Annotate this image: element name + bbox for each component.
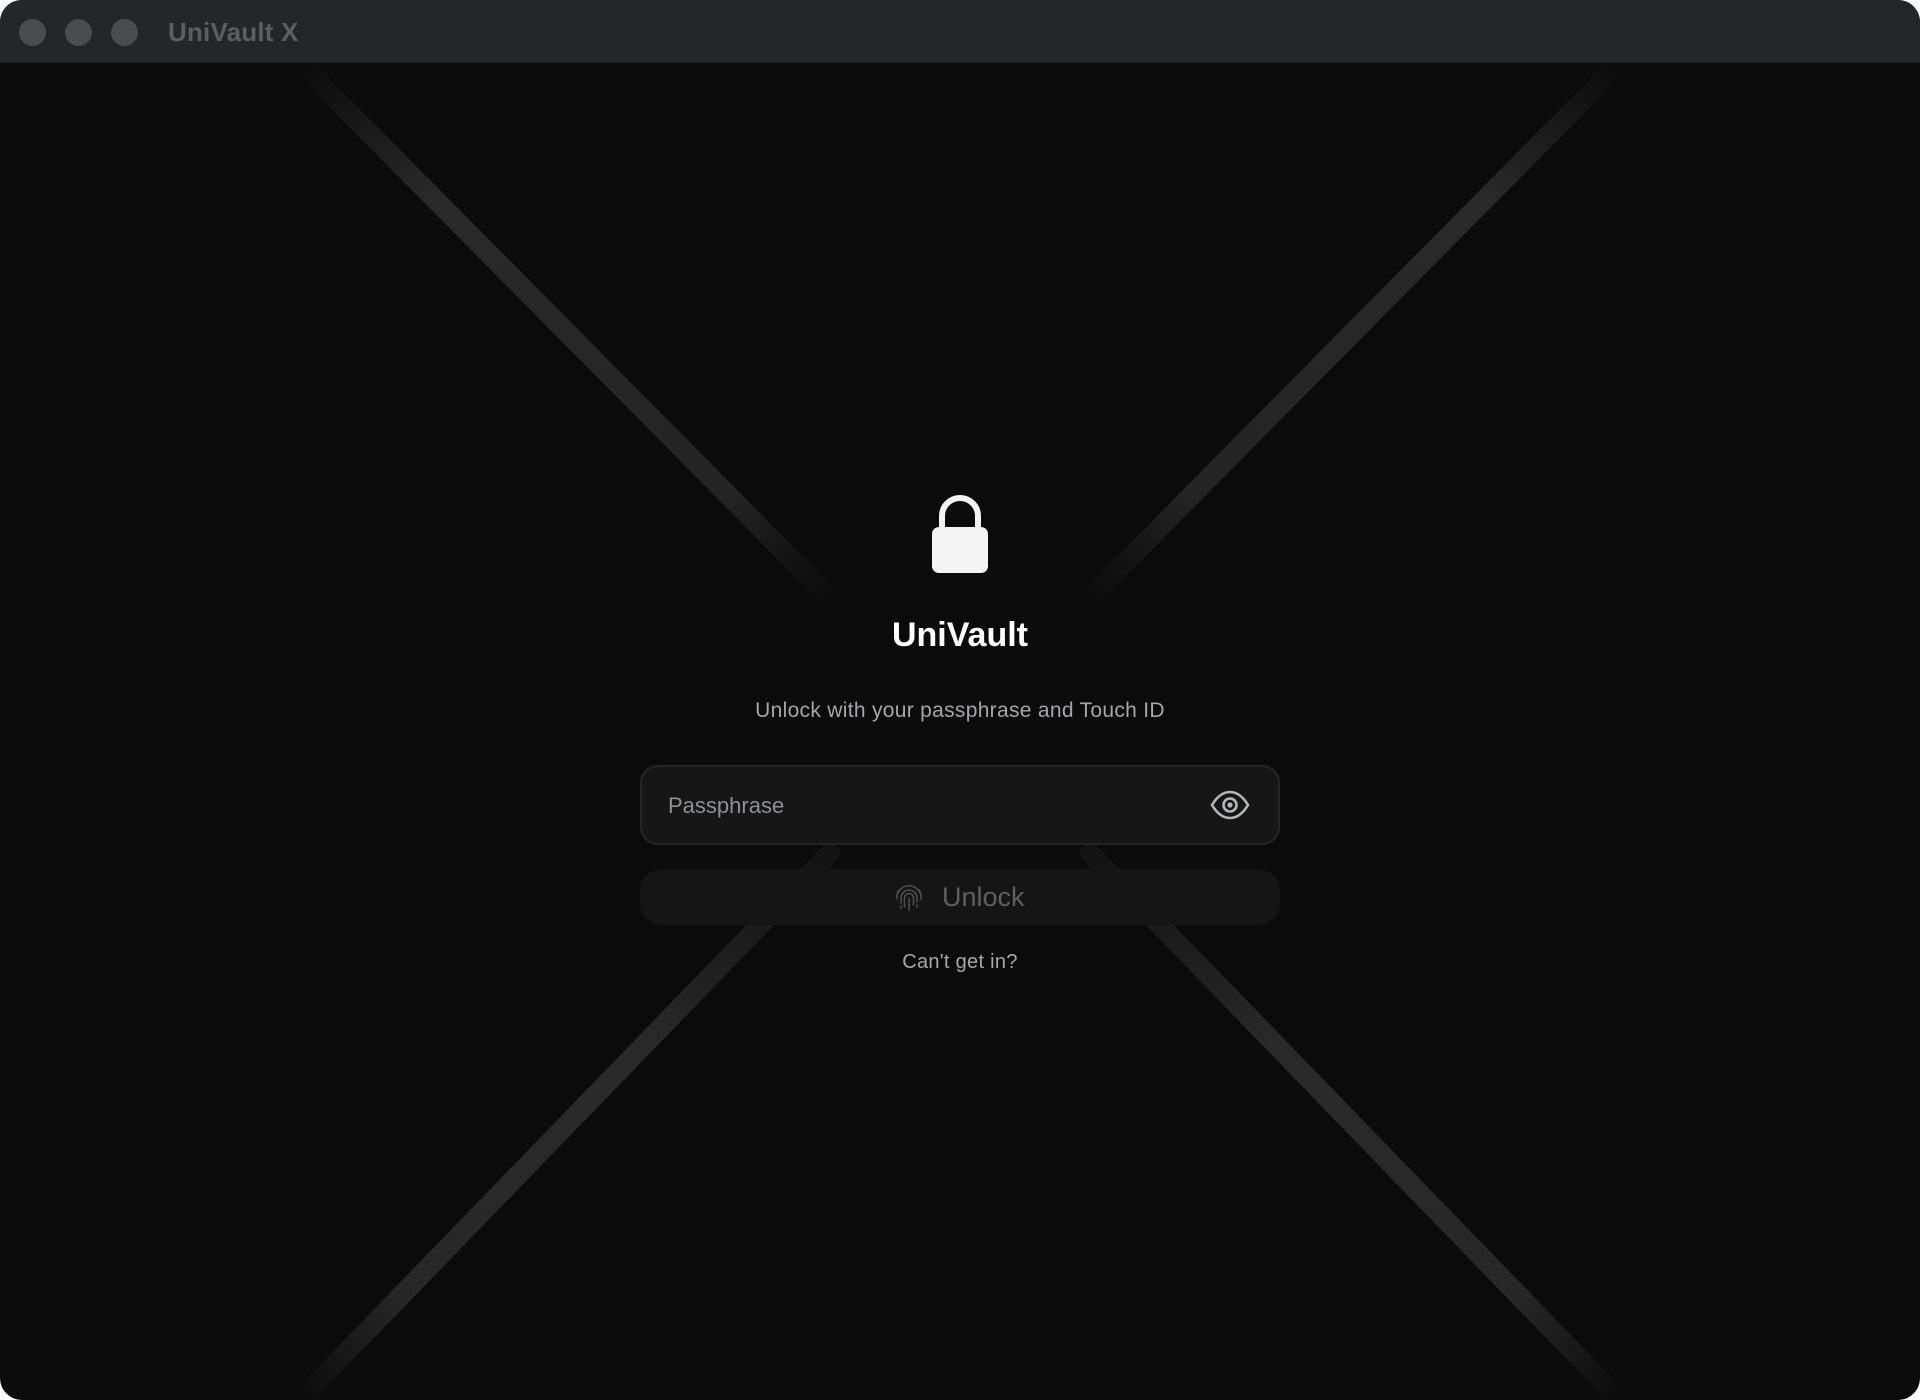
- unlock-instructions: Unlock with your passphrase and Touch ID: [755, 699, 1165, 722]
- fingerprint-icon: [896, 885, 922, 911]
- app-window: UniVault X UniVault Unlock with your pas…: [0, 0, 1920, 1400]
- cant-get-in-link[interactable]: Can't get in?: [0, 951, 1920, 974]
- zoom-window-button[interactable]: [111, 19, 138, 46]
- lock-screen: UniVault Unlock with your passphrase and…: [0, 63, 1920, 1400]
- passphrase-field[interactable]: [640, 765, 1280, 845]
- unlock-button[interactable]: Unlock: [640, 869, 1280, 925]
- background-cross-decoration: [290, 63, 1630, 1400]
- lock-icon: [932, 495, 988, 573]
- eye-icon[interactable]: [1210, 788, 1250, 822]
- title-bar[interactable]: UniVault X: [0, 0, 1920, 63]
- passphrase-input[interactable]: [666, 767, 1210, 845]
- app-name-heading: UniVault: [891, 616, 1029, 654]
- unlock-button-label: Unlock: [942, 882, 1025, 912]
- minimize-window-button[interactable]: [65, 19, 92, 46]
- window-title: UniVault X: [168, 17, 299, 47]
- close-window-button[interactable]: [19, 19, 46, 46]
